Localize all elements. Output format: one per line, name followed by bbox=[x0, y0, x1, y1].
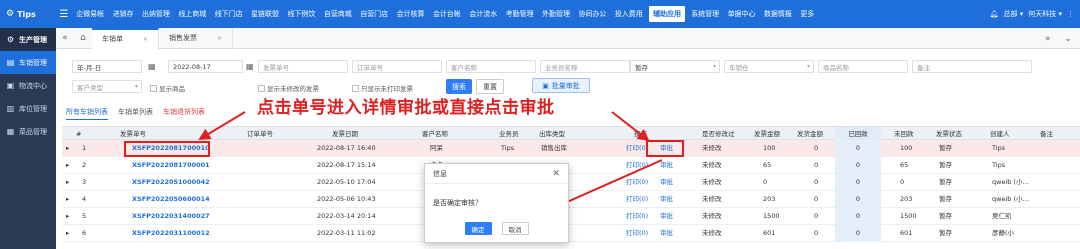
cancel-button[interactable]: 取消 bbox=[501, 222, 529, 235]
arrow-to-approve bbox=[611, 111, 650, 142]
confirm-button[interactable]: 确定 bbox=[464, 222, 492, 235]
arrow-to-dialog bbox=[556, 159, 663, 208]
close-icon[interactable]: ✕ bbox=[552, 169, 560, 179]
dialog-header: 信息 ✕ bbox=[425, 164, 568, 184]
dialog-title: 信息 bbox=[433, 169, 447, 178]
arrow-to-invoice-no bbox=[198, 111, 246, 141]
confirm-dialog: 信息 ✕ 是否确定审核？ 确定 取消 bbox=[424, 163, 569, 243]
dialog-message: 是否确定审核？ bbox=[433, 199, 482, 207]
